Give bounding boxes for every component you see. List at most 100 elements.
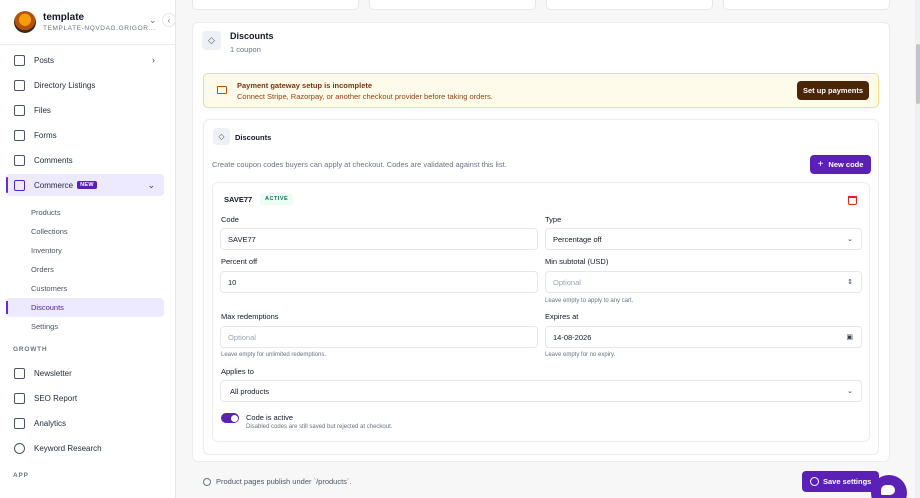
sidebar-item-commerce[interactable]: Commerce NEW ⌄ <box>6 174 164 196</box>
new-code-button[interactable]: + New code <box>810 155 871 174</box>
section-heading-growth: GROWTH <box>13 346 48 353</box>
stat-card <box>369 0 536 10</box>
sidebar-subitem-settings[interactable]: Settings <box>6 317 164 336</box>
coupon-code-name: SAVE77 <box>224 195 253 204</box>
set-up-payments-button[interactable]: Set up payments <box>797 81 869 100</box>
workspace-name: template <box>43 12 85 23</box>
stat-card <box>192 0 359 10</box>
search-icon <box>14 442 25 454</box>
scrollbar[interactable] <box>915 0 920 498</box>
section-description: Create coupon codes buyers can apply at … <box>212 160 507 169</box>
sidebar-item-posts[interactable]: Posts › <box>6 49 164 71</box>
save-settings-button[interactable]: Save settings <box>802 471 879 492</box>
footer-note-text: Product pages publish under `/products`. <box>216 477 352 486</box>
plus-icon: + <box>817 159 824 170</box>
tag-icon: ◇ <box>202 31 221 50</box>
folder-icon <box>14 104 25 116</box>
new-code-label: New code <box>828 160 864 169</box>
max-redemptions-label: Max redemptions <box>221 312 279 321</box>
comment-icon <box>14 154 25 166</box>
credit-card-icon <box>217 86 227 94</box>
stat-card <box>723 0 890 10</box>
code-active-label: Code is active <box>246 413 294 422</box>
stepper-icon[interactable]: ⇕ <box>847 278 853 286</box>
mail-icon <box>14 367 25 379</box>
percent-off-input[interactable]: 10 <box>220 271 538 293</box>
tag-icon: ◇ <box>213 128 230 145</box>
code-active-toggle[interactable] <box>221 413 239 423</box>
chevron-down-icon: ⌄ <box>847 236 853 243</box>
sidebar-subitem-products[interactable]: Products <box>6 203 164 222</box>
sidebar-item-keyword-research[interactable]: Keyword Research <box>6 437 164 459</box>
status-badge: ACTIVE <box>260 193 294 205</box>
page-title: Discounts <box>230 31 274 41</box>
chevron-down-icon: ⌄ <box>847 388 853 395</box>
trash-icon[interactable] <box>848 196 857 205</box>
payment-warning-alert: Payment gateway setup is incomplete Conn… <box>203 73 879 108</box>
chat-widget-button[interactable] <box>871 475 907 498</box>
seo-icon <box>14 392 25 404</box>
code-label: Code <box>221 215 239 224</box>
book-icon <box>14 79 25 91</box>
sidebar-subitem-orders[interactable]: Orders <box>6 260 164 279</box>
max-redemptions-help: Leave empty for unlimited redemptions. <box>221 352 327 358</box>
sidebar-subitem-inventory[interactable]: Inventory <box>6 241 164 260</box>
sidebar-subitem-discounts[interactable]: Discounts <box>6 298 164 317</box>
divider <box>0 44 175 45</box>
code-input[interactable]: SAVE77 <box>220 228 538 250</box>
sidebar-item-directory-listings[interactable]: Directory Listings <box>6 74 164 96</box>
new-badge: NEW <box>77 181 97 189</box>
applies-to-select[interactable]: All products ⌄ <box>220 380 862 402</box>
expires-at-help: Leave empty for no expiry. <box>545 352 616 358</box>
sidebar-item-label: SEO Report <box>34 393 78 403</box>
section-title: Discounts <box>235 133 272 142</box>
workspace-slug: TEMPLATE-NQVDAG.GRIGOR... <box>43 25 156 32</box>
code-active-help: Disabled codes are still saved but rejec… <box>246 424 393 430</box>
sidebar-item-forms[interactable]: Forms <box>6 124 164 146</box>
sidebar-item-comments[interactable]: Comments <box>6 149 164 171</box>
type-select[interactable]: Percentage off ⌄ <box>545 228 862 250</box>
applies-to-value: All products <box>230 386 270 396</box>
sidebar-item-label: Keyword Research <box>34 443 102 453</box>
document-icon <box>14 54 25 66</box>
workspace-switcher[interactable]: template TEMPLATE-NQVDAG.GRIGOR... ⌄ <box>0 0 175 44</box>
collapse-sidebar-button[interactable]: ‹ <box>162 13 176 27</box>
info-icon <box>203 477 211 486</box>
min-subtotal-input[interactable]: Optional ⇕ <box>545 271 862 293</box>
percent-off-label: Percent off <box>221 257 258 266</box>
shopping-bag-icon <box>14 179 25 191</box>
chart-icon <box>14 417 25 429</box>
chevron-right-icon: › <box>152 55 155 65</box>
type-label: Type <box>545 215 562 224</box>
alert-description: Connect Stripe, Razorpay, or another che… <box>237 92 493 101</box>
section-heading-app: APP <box>13 472 29 479</box>
min-subtotal-help: Leave empty to apply to any cart. <box>545 298 634 304</box>
sidebar-item-label: Directory Listings <box>34 80 96 90</box>
sidebar-item-newsletter[interactable]: Newsletter <box>6 362 164 384</box>
chevron-down-icon: ⌄ <box>147 179 155 190</box>
sidebar-item-analytics[interactable]: Analytics <box>6 412 164 434</box>
scrollbar-thumb[interactable] <box>915 44 920 104</box>
applies-to-label: Applies to <box>221 367 254 376</box>
sidebar-item-label: Comments <box>34 155 73 165</box>
sidebar-item-label: Files <box>34 105 51 115</box>
sidebar-subitem-customers[interactable]: Customers <box>6 279 164 298</box>
max-redemptions-input[interactable]: Optional <box>220 326 538 348</box>
expires-at-value: 14-08-2026 <box>553 332 592 342</box>
sidebar-item-seo-report[interactable]: SEO Report <box>6 387 164 409</box>
min-subtotal-label: Min subtotal (USD) <box>545 257 609 266</box>
sidebar-item-label: Commerce <box>34 180 74 190</box>
sidebar-subitem-collections[interactable]: Collections <box>6 222 164 241</box>
coupon-card <box>212 182 870 442</box>
chevron-updown-icon: ⌄ <box>149 15 157 25</box>
clipboard-icon <box>14 129 25 141</box>
sidebar-item-label: Newsletter <box>34 368 72 378</box>
calendar-icon[interactable]: ▣ <box>846 333 853 341</box>
page-subtitle: 1 coupon <box>230 45 261 54</box>
sidebar-item-files[interactable]: Files <box>6 99 164 121</box>
sidebar: template TEMPLATE-NQVDAG.GRIGOR... ⌄ Pos… <box>0 0 176 498</box>
stat-card <box>546 0 713 10</box>
footer-note: Product pages publish under `/products`. <box>203 477 352 486</box>
expires-at-input[interactable]: 14-08-2026 ▣ <box>545 326 862 348</box>
min-subtotal-placeholder: Optional <box>553 277 581 287</box>
